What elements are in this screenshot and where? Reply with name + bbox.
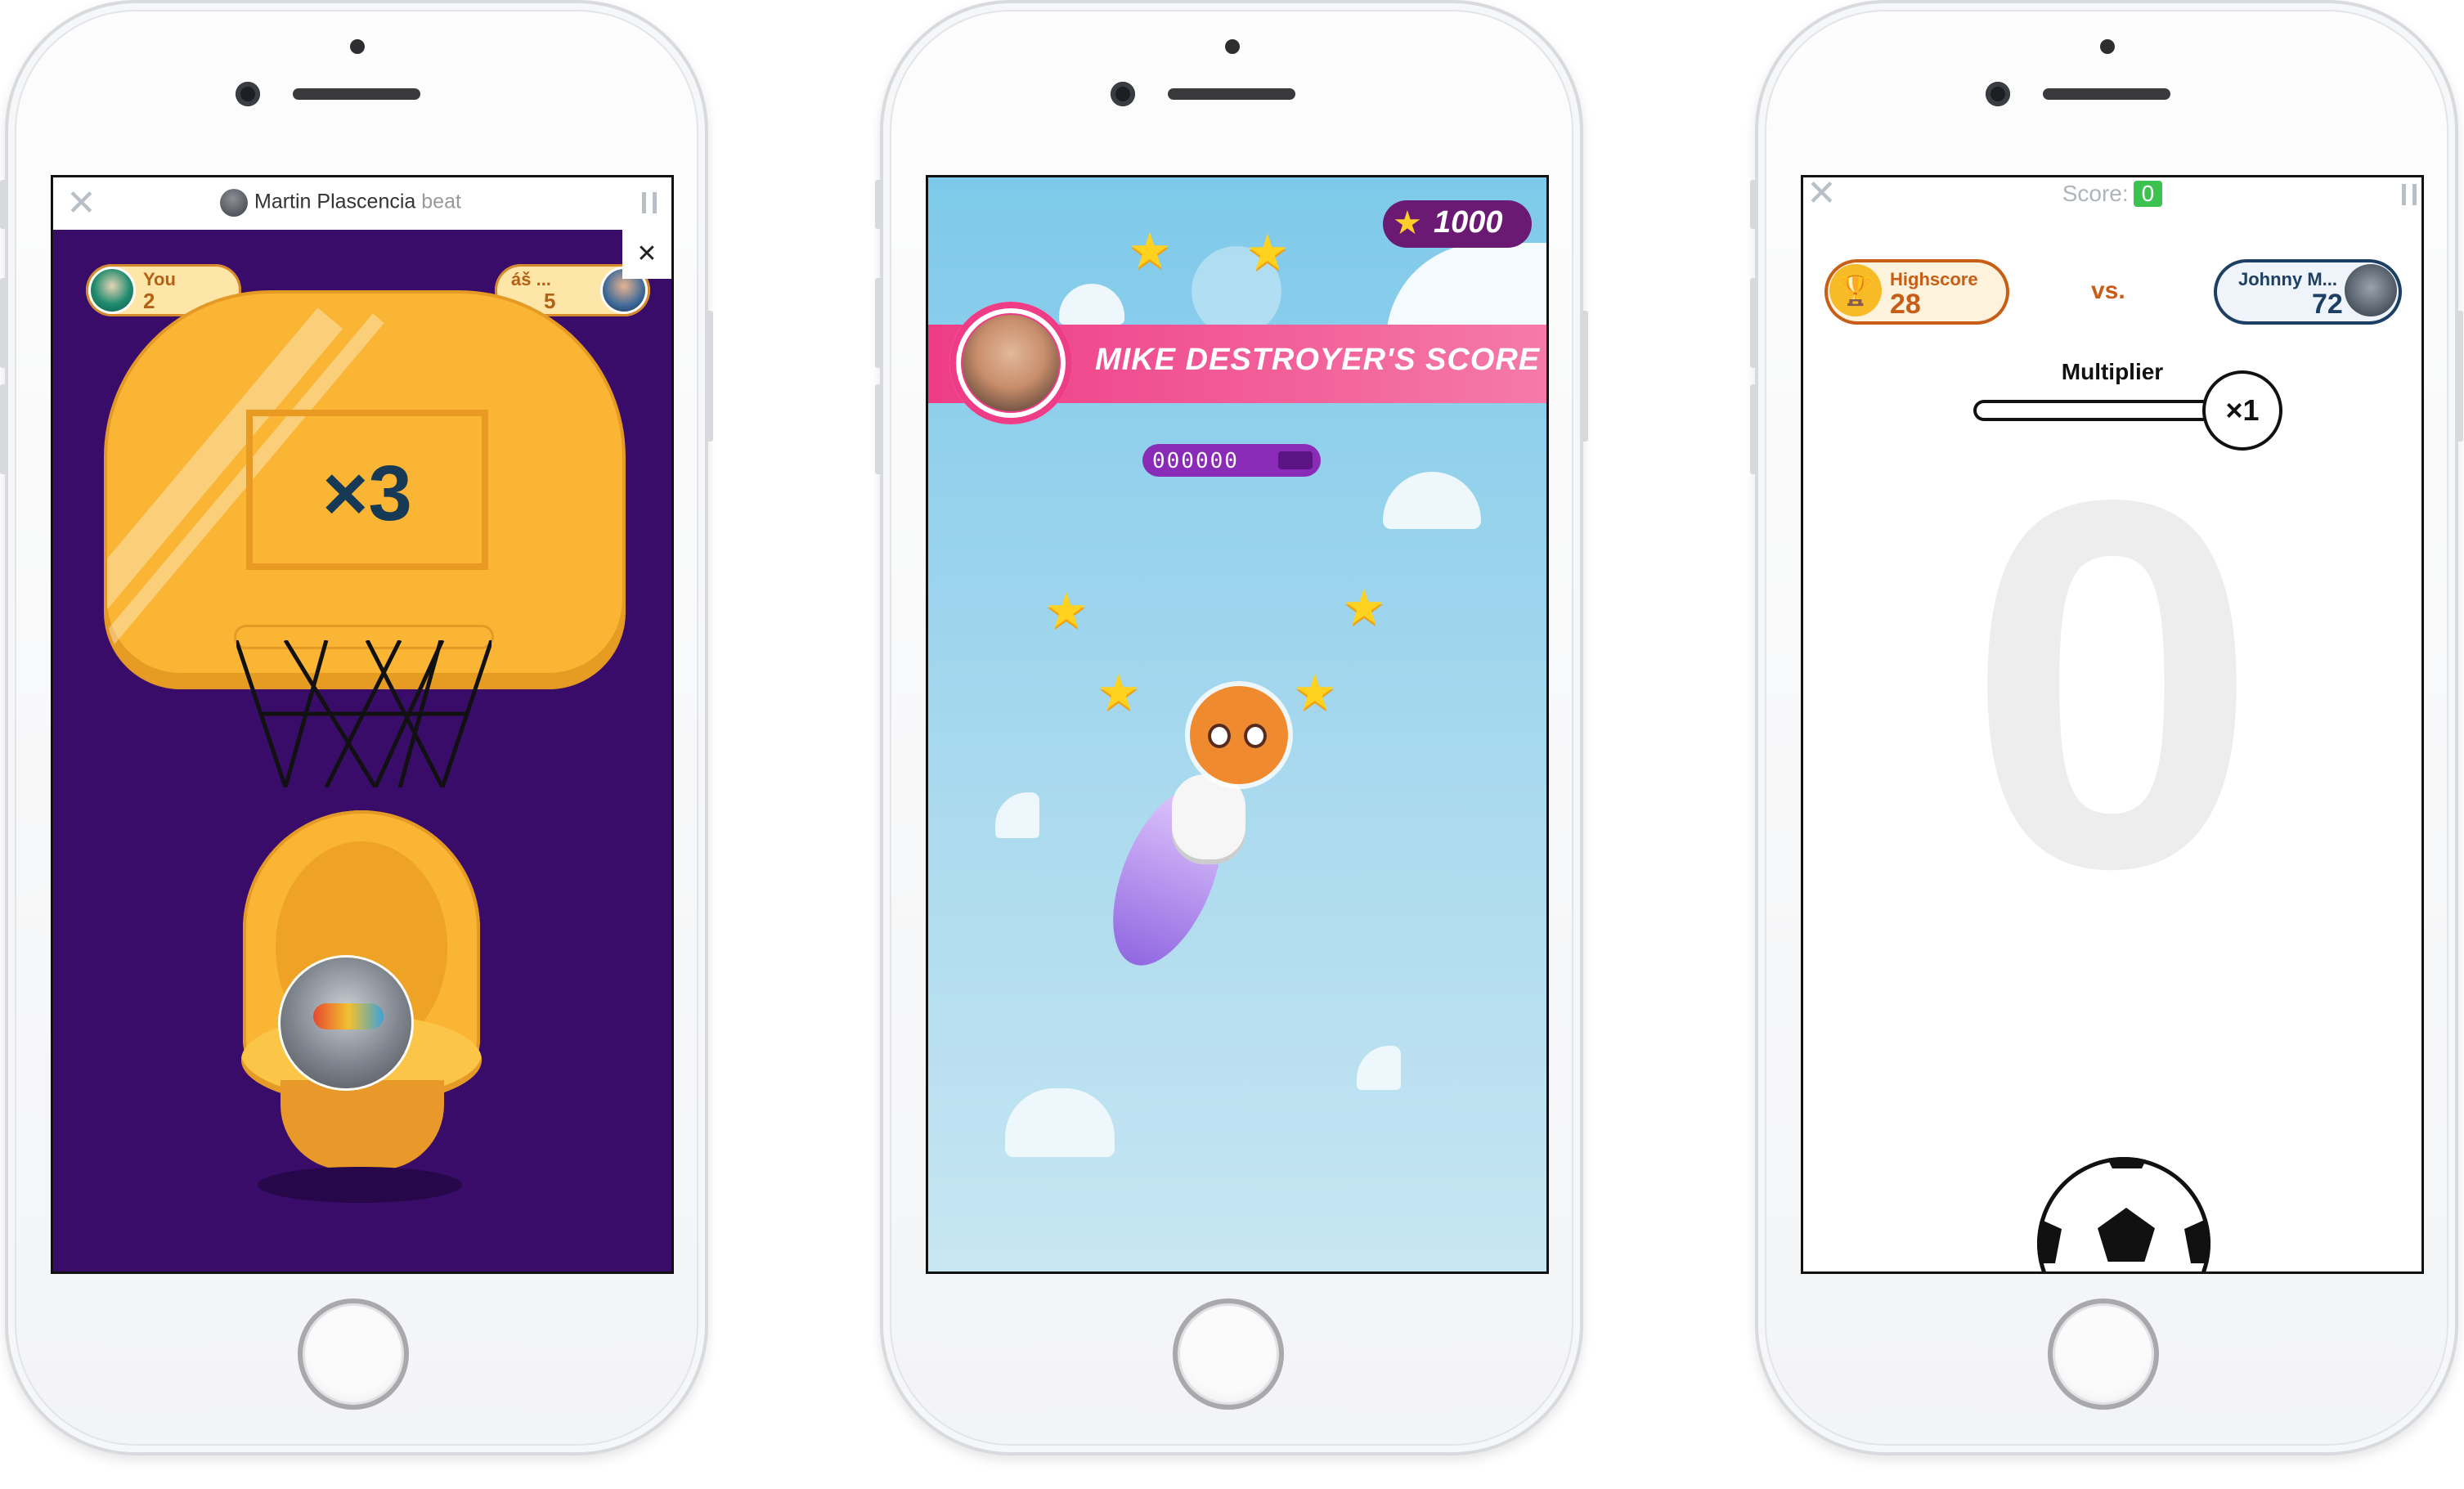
phone-1: ✕ Martin Plascencia beat You 2 áš ... 5 … <box>0 0 713 1455</box>
banner-text: MIKE DESTROYER'S SCORE <box>1095 343 1541 377</box>
score-display: Score: 0 <box>1803 181 2421 207</box>
star-icon: ★ <box>1342 580 1386 635</box>
player-ball-photo <box>281 958 411 1088</box>
big-score: 0 <box>1967 392 2258 976</box>
front-camera <box>1111 82 1135 106</box>
phone-2: ★ 1000 ★ ★ MIKE DESTROYER'S SCORE 000000… <box>875 0 1588 1455</box>
vs-label: vs. <box>2091 277 2125 304</box>
star-icon: ★ <box>1097 665 1141 720</box>
dismiss-icon[interactable]: ✕ <box>622 230 671 279</box>
phone-3: ✕ Score: 0 🏆 Highscore 28 vs. Johnny M...… <box>1750 0 2463 1455</box>
screen-space-game[interactable]: ★ 1000 ★ ★ MIKE DESTROYER'S SCORE 000000… <box>926 175 1549 1274</box>
avatar <box>963 315 1059 411</box>
opponent-badge: Johnny M... 72 <box>2214 259 2402 325</box>
score-progress: 000000 <box>1142 444 1321 477</box>
trophy-icon: 🏆 <box>1829 264 1882 316</box>
toilet-base <box>281 1080 444 1170</box>
multiplier-label: Multiplier <box>2061 359 2164 384</box>
pause-icon[interactable] <box>2402 184 2417 205</box>
star-icon: ★ <box>1245 225 1290 280</box>
player-opponent-score: 5 <box>544 289 556 313</box>
earpiece-speaker <box>2043 88 2170 100</box>
hero-body <box>1172 774 1245 864</box>
home-button[interactable] <box>2048 1298 2159 1410</box>
sensor-dot <box>1225 39 1240 54</box>
coins-value: 1000 <box>1434 205 1503 240</box>
avatar <box>2345 264 2397 316</box>
score-progress-value: 000000 <box>1152 449 1239 473</box>
star-icon: ★ <box>1044 583 1088 638</box>
toilet-shadow <box>258 1167 462 1203</box>
earpiece-speaker <box>293 88 420 100</box>
sensor-dot <box>2100 39 2115 54</box>
sensor-dot <box>350 39 365 54</box>
score-value: 0 <box>2133 181 2163 207</box>
highscore-label: Highscore <box>1890 269 1978 289</box>
star-icon: ★ <box>1293 665 1337 720</box>
goggles <box>313 1003 384 1029</box>
challenge-suffix: beat <box>421 190 461 213</box>
player-opponent-label: áš ... <box>511 269 551 289</box>
highscore-value: 28 <box>1890 289 1921 320</box>
game-area[interactable]: You 2 áš ... 5 ×3 <box>53 230 671 1271</box>
star-icon: ★ <box>1393 205 1422 241</box>
home-button[interactable] <box>1173 1298 1284 1410</box>
opponent-score: 72 <box>2312 289 2343 320</box>
front-camera <box>1986 82 2010 106</box>
backboard-square: ×3 <box>246 410 488 570</box>
hoop-net <box>236 640 491 787</box>
screen-basketball-game: ✕ Martin Plascencia beat You 2 áš ... 5 … <box>51 175 674 1274</box>
soccer-ball[interactable] <box>2037 1157 2210 1271</box>
multiplier-text: ×3 <box>322 450 412 537</box>
challenge-title: Martin Plascencia beat <box>220 189 461 217</box>
top-bar: ✕ Martin Plascencia beat <box>53 177 671 230</box>
opponent-name: Johnny M... <box>2238 269 2337 289</box>
close-icon[interactable]: ✕ <box>66 186 96 222</box>
screen-soccer-game[interactable]: ✕ Score: 0 🏆 Highscore 28 vs. Johnny M...… <box>1801 175 2424 1274</box>
pause-icon[interactable] <box>642 192 657 213</box>
player-you-label: You <box>143 269 176 289</box>
score-progress-fill <box>1278 451 1313 469</box>
avatar <box>220 189 248 217</box>
star-icon: ★ <box>1128 223 1172 278</box>
front-camera <box>236 82 260 106</box>
earpiece-speaker <box>1168 88 1295 100</box>
score-label: Score: <box>2062 181 2129 206</box>
avatar <box>91 269 133 312</box>
hero-character <box>1190 686 1288 784</box>
challenger-name: Martin Plascencia <box>254 190 416 213</box>
home-button[interactable] <box>298 1298 409 1410</box>
player-you-score: 2 <box>143 289 155 313</box>
highscore-badge: 🏆 Highscore 28 <box>1824 259 2009 325</box>
coins-counter: ★ 1000 <box>1383 200 1532 248</box>
